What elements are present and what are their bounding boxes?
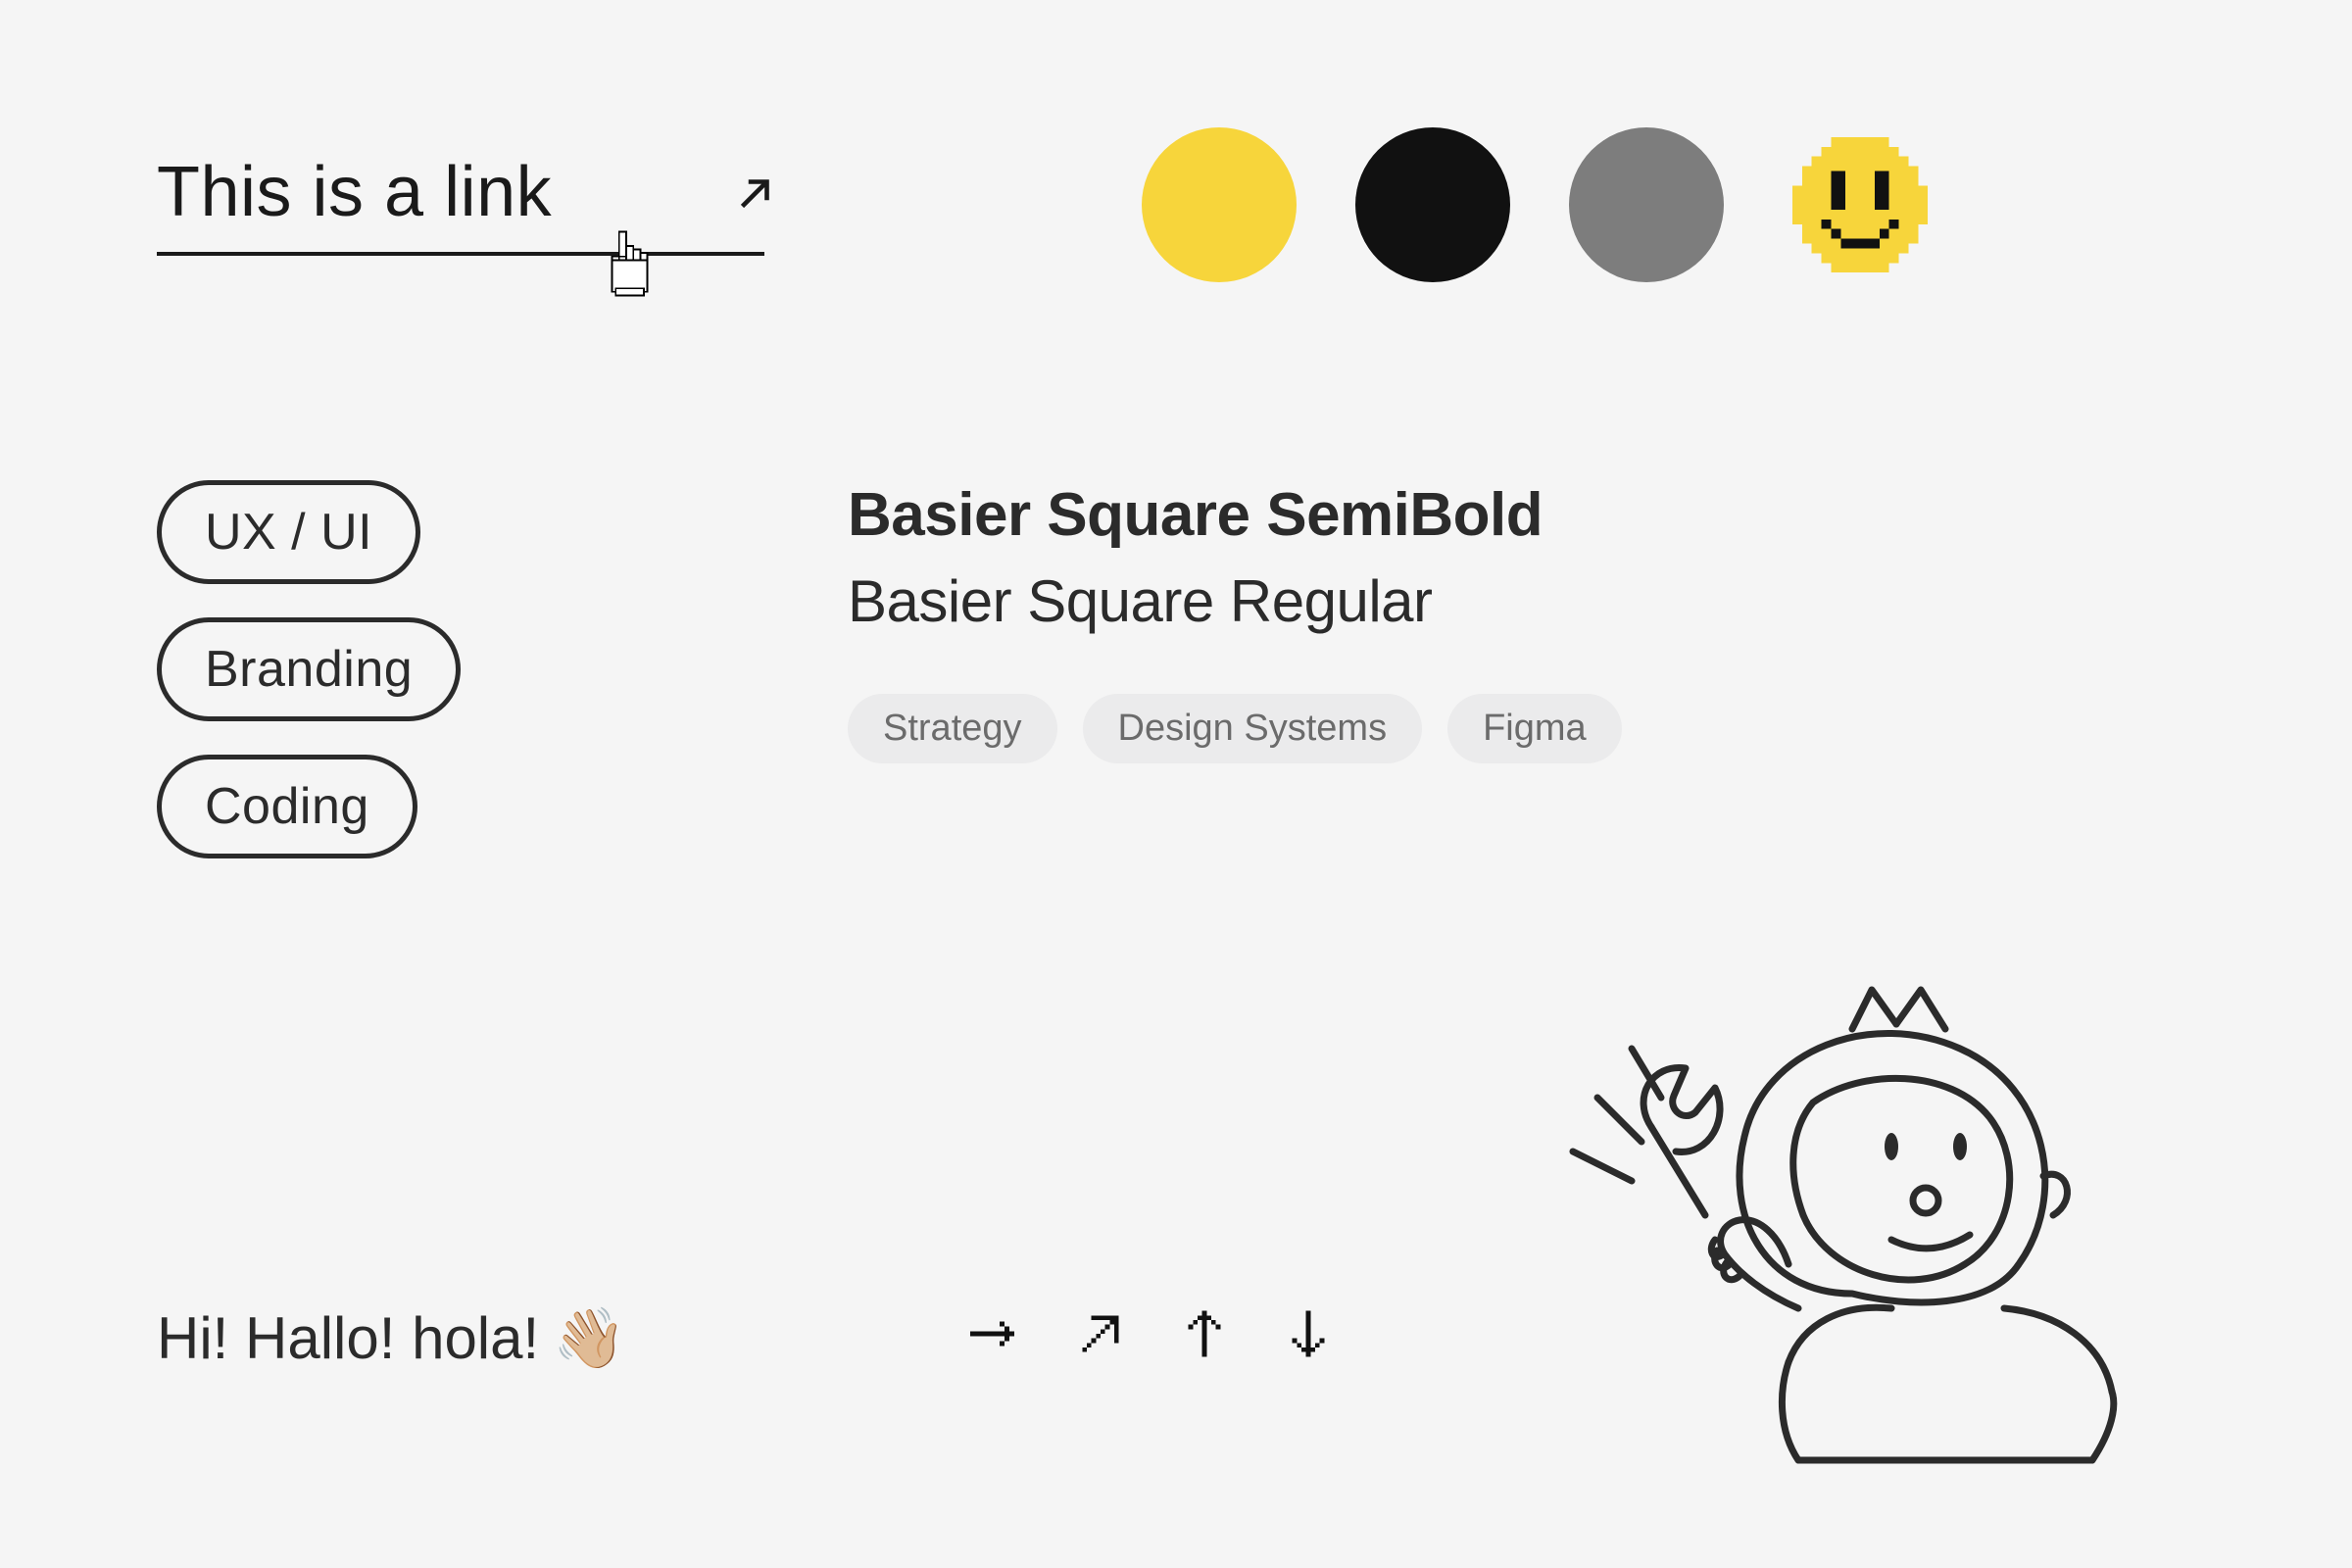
pill-branding[interactable]: Branding: [157, 617, 461, 721]
link-sample: This is a link: [157, 152, 764, 256]
tag-group: Strategy Design Systems Figma: [848, 694, 1622, 763]
smiley-icon: [1783, 127, 1937, 282]
pointer-cursor-icon: [598, 228, 655, 304]
arrow-up-right-icon: [730, 170, 779, 223]
tag-strategy[interactable]: Strategy: [848, 694, 1057, 763]
font-regular-label: Basier Square Regular: [848, 567, 1622, 635]
character-with-wrench-icon: [1558, 970, 2166, 1485]
tag-design-systems[interactable]: Design Systems: [1083, 694, 1423, 763]
wave-hand-icon: 👋🏼: [553, 1303, 626, 1373]
arrow-icon-row: [965, 1303, 1336, 1369]
arrow-down-icon: [1281, 1303, 1336, 1369]
pill-ux-ui[interactable]: UX / UI: [157, 480, 420, 584]
color-swatches: [1142, 127, 1937, 282]
greeting-words: Hi! Hallo! hola!: [157, 1304, 539, 1372]
arrow-right-icon: [965, 1304, 1024, 1368]
tag-figma[interactable]: Figma: [1447, 694, 1622, 763]
font-semibold-label: Basier Square SemiBold: [848, 480, 1622, 550]
typography-sample: Basier Square SemiBold Basier Square Reg…: [848, 480, 1622, 763]
arrow-up-icon: [1177, 1303, 1232, 1369]
link-text[interactable]: This is a link: [157, 153, 552, 231]
link-underline: [157, 252, 764, 256]
swatch-gray: [1569, 127, 1724, 282]
pill-group: UX / UI Branding Coding: [157, 480, 461, 858]
pill-coding[interactable]: Coding: [157, 755, 417, 858]
greeting-text: Hi! Hallo! hola! 👋🏼: [157, 1303, 626, 1373]
swatch-black: [1355, 127, 1510, 282]
arrow-up-right-icon: [1073, 1306, 1128, 1366]
swatch-yellow: [1142, 127, 1297, 282]
